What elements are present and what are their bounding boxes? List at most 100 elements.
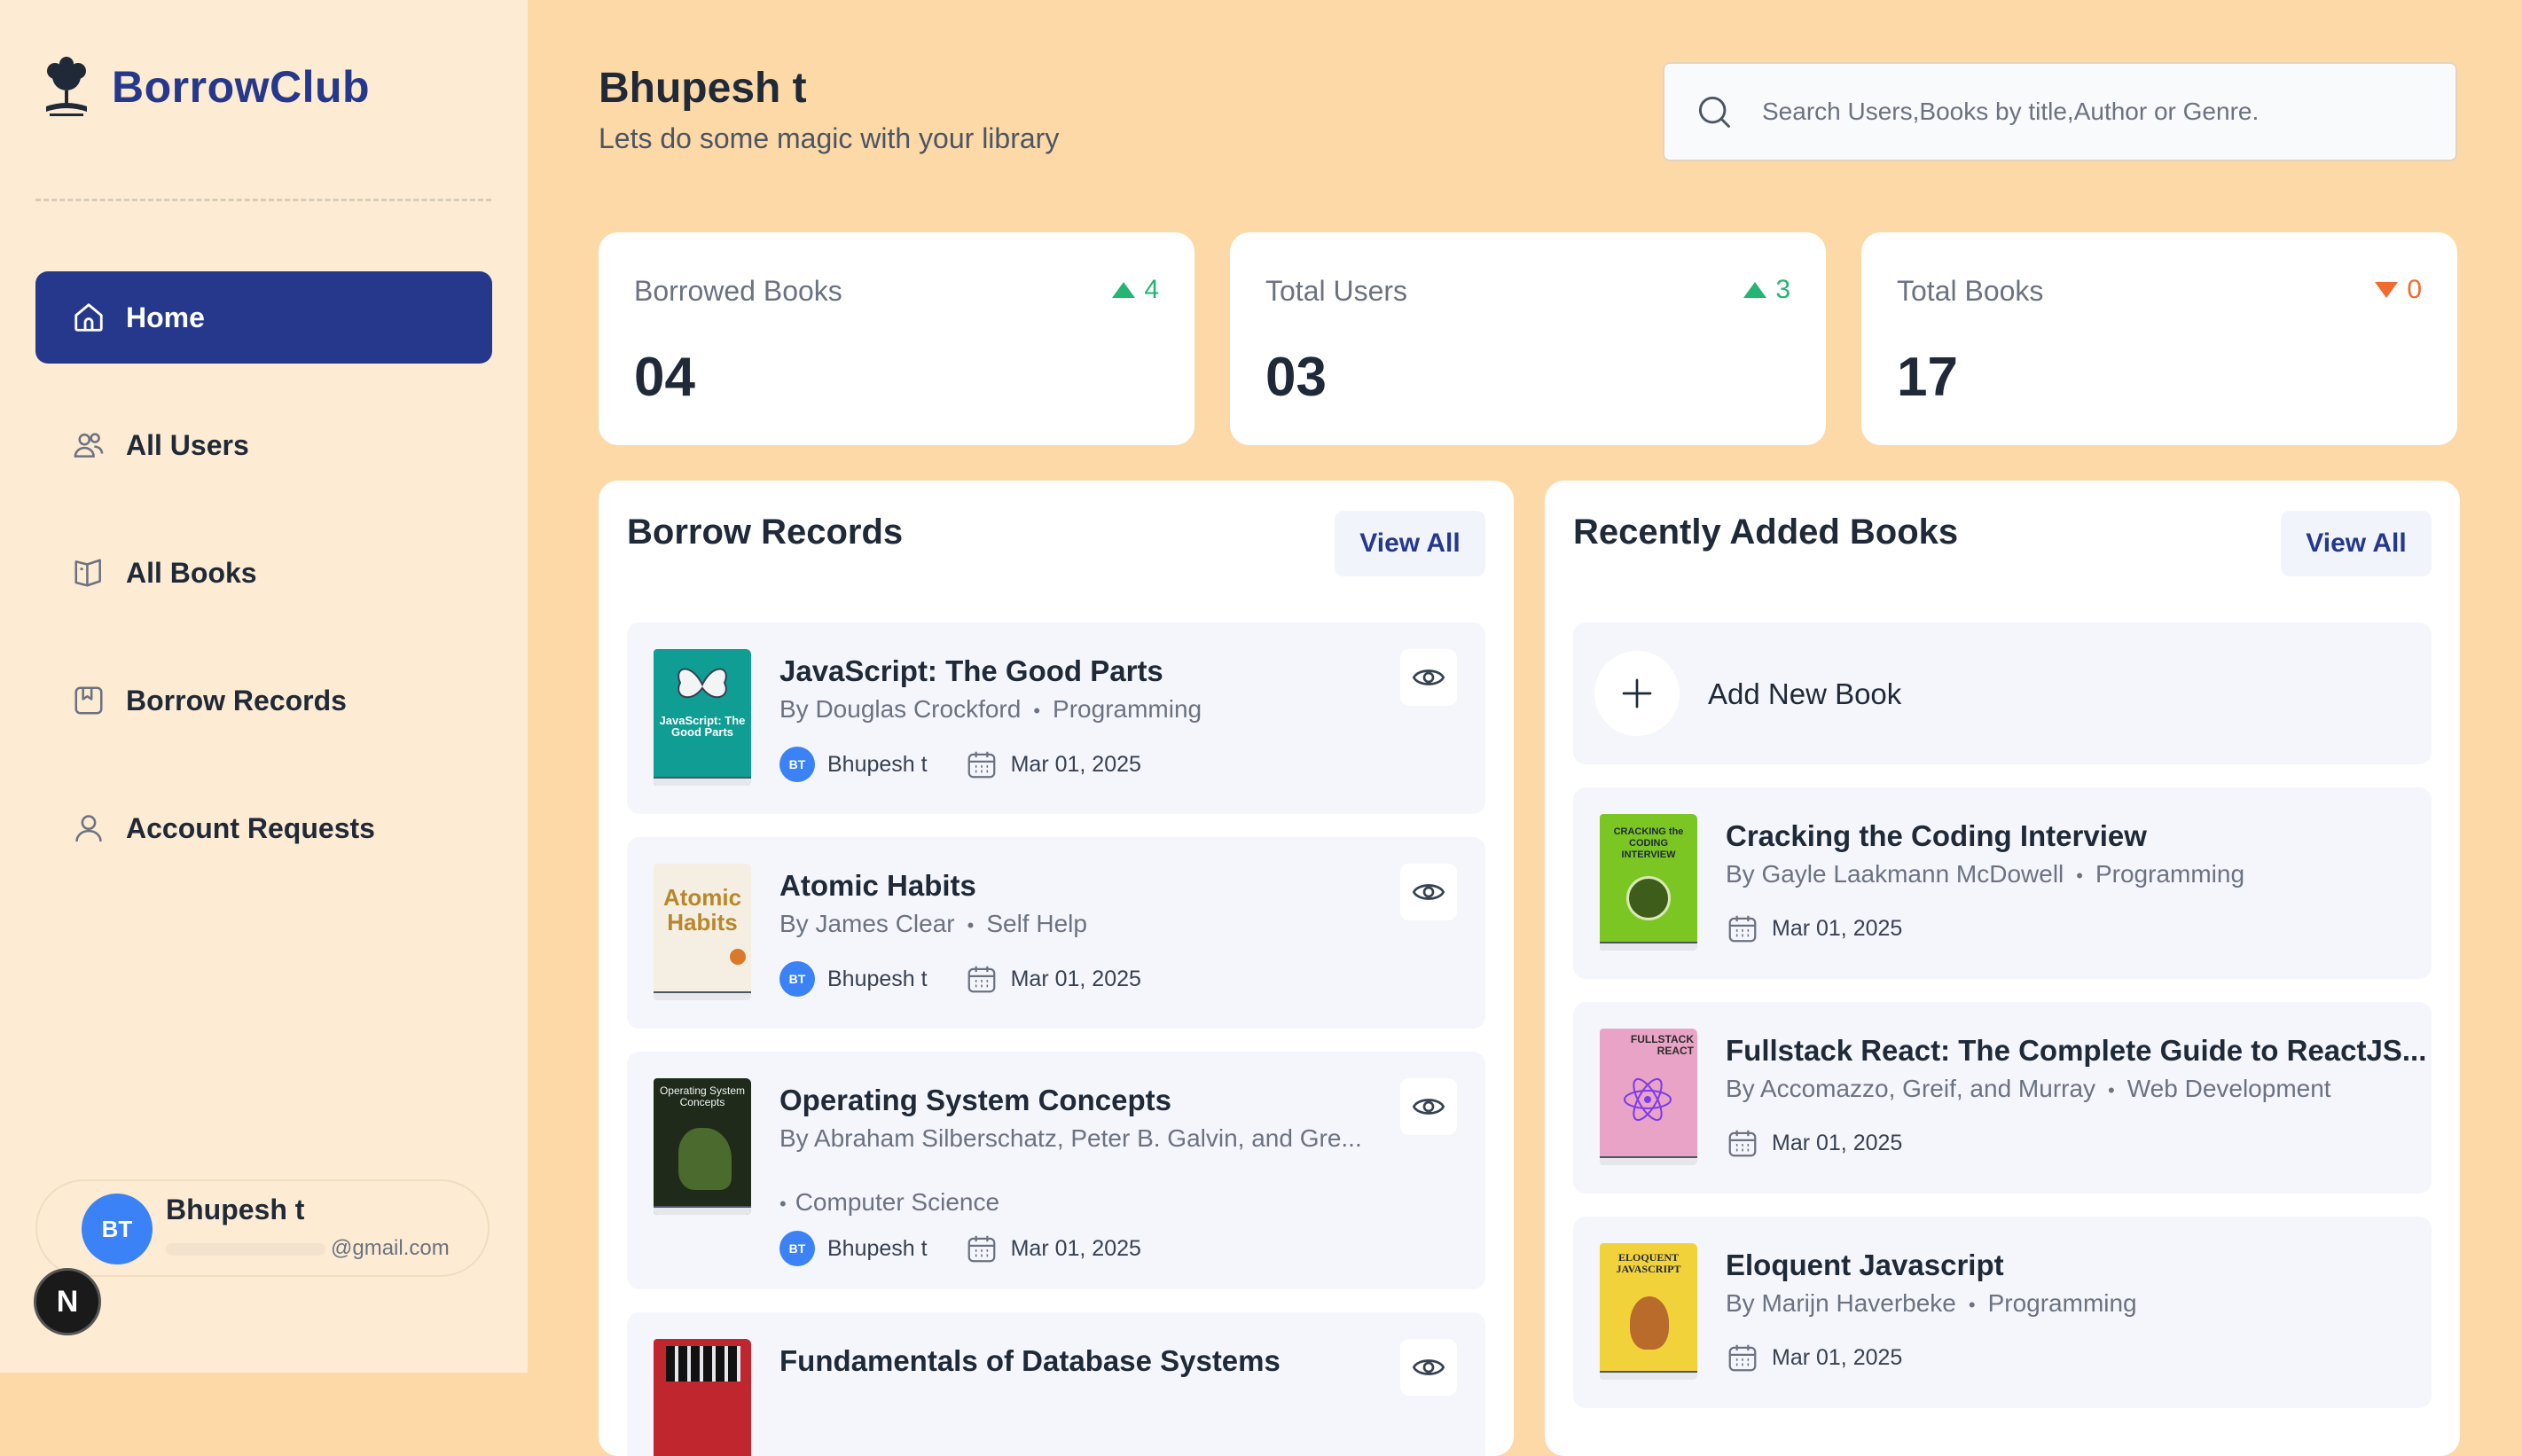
nav-item-account-requests[interactable]: Account Requests [35, 782, 492, 874]
book-title: Atomic Habits [779, 869, 976, 902]
separator-dot: • [1968, 1293, 1976, 1316]
cover-text: CRACKING the CODING INTERVIEW [1613, 826, 1684, 860]
sidebar-nav: Home All Users All Books Borrow Records [35, 271, 492, 910]
react-logo-icon [1624, 1077, 1672, 1122]
search-icon [1698, 96, 1730, 128]
view-record-button[interactable] [1400, 864, 1457, 920]
borrow-record-item[interactable]: Atomic Habits Atomic Habits By James Cle… [627, 837, 1485, 1029]
panel-title: Borrow Records [627, 513, 904, 552]
borrower-name: Bhupesh t [827, 751, 928, 777]
plus-icon [1594, 651, 1680, 736]
book-author: By Abraham Silberschatz, Peter B. Galvin… [779, 1124, 1362, 1152]
added-date: Mar 01, 2025 [1726, 1341, 1902, 1374]
eye-icon [1412, 1359, 1445, 1375]
book-genre-line: • Computer Science [779, 1188, 999, 1217]
book-cover: Operating System Concepts [654, 1078, 751, 1215]
borrow-date: Mar 01, 2025 [1010, 751, 1141, 777]
eye-icon [1412, 669, 1445, 685]
borrow-info: BT Bhupesh t Mar 01, 2025 [779, 747, 1141, 782]
search-bar[interactable] [1663, 62, 2457, 161]
book-author: By Accomazzo, Greif, and Murray [1726, 1075, 2096, 1102]
cover-pattern [666, 1346, 740, 1382]
user-icon [71, 810, 106, 846]
main-content: Bhupesh t Lets do some magic with your l… [528, 0, 2522, 1456]
borrow-record-item[interactable]: JavaScript: The Good Parts JavaScript: T… [627, 622, 1485, 814]
triangle-down-icon [2375, 282, 2399, 298]
recent-book-item[interactable]: ELOQUENT JAVASCRIPT Eloquent Javascript … [1573, 1217, 2432, 1408]
view-record-button[interactable] [1400, 1339, 1457, 1396]
book-genre: Computer Science [795, 1188, 1000, 1216]
book-title: Eloquent Javascript [1726, 1249, 2004, 1281]
borrow-info: BT Bhupesh t Mar 01, 2025 [779, 1231, 1141, 1266]
user-name: Bhupesh t [166, 1194, 305, 1225]
book-cover: CRACKING the CODING INTERVIEW [1600, 814, 1697, 951]
cover-text: ELOQUENT JAVASCRIPT [1616, 1251, 1681, 1275]
book-cover: Atomic Habits [654, 864, 751, 1000]
separator-dot: • [2108, 1078, 2115, 1101]
cover-ball [730, 949, 746, 965]
book-author: By Marijn Haverbeke [1726, 1289, 1956, 1317]
book-title: Fundamentals of Database Systems [779, 1344, 1281, 1377]
stat-label: Total Users [1265, 275, 1408, 307]
book-date: Mar 01, 2025 [1772, 915, 1903, 941]
bookmark-book-icon [71, 683, 106, 718]
view-record-button[interactable] [1400, 649, 1457, 706]
stat-card-total-users: Total Users 3 03 [1230, 232, 1826, 445]
borrower-name: Bhupesh t [827, 1235, 928, 1261]
recent-book-item[interactable]: FULLSTACK REACT Fullstack React: The Com… [1573, 1002, 2432, 1194]
borrower-name: Bhupesh t [827, 966, 928, 991]
borrow-date: Mar 01, 2025 [1010, 1235, 1141, 1261]
brand[interactable]: BorrowClub [35, 55, 370, 119]
book-author: By Gayle Laakmann McDowell [1726, 860, 2064, 888]
borrow-record-item[interactable]: Fundamentals of Database Systems [627, 1312, 1485, 1456]
view-all-borrow-records-button[interactable]: View All [1335, 511, 1485, 576]
page-title: Bhupesh t [599, 65, 807, 112]
nav-label-borrow-records: Borrow Records [126, 684, 347, 716]
stat-change-value: 4 [1144, 275, 1159, 304]
email-redaction [166, 1242, 325, 1256]
stat-value: 17 [1897, 347, 1958, 408]
separator-dot: • [2076, 864, 2083, 887]
added-date: Mar 01, 2025 [1726, 1126, 1902, 1160]
user-email-domain: @gmail.com [331, 1236, 450, 1260]
nav-item-all-books[interactable]: All Books [35, 527, 492, 619]
cover-text: Atomic Habits [662, 884, 742, 935]
panel-title: Recently Added Books [1573, 513, 1959, 552]
cover-text: JavaScript: The Good Parts [659, 714, 746, 739]
dev-tools-badge[interactable]: N [34, 1268, 101, 1335]
view-all-books-button[interactable]: View All [2281, 511, 2432, 576]
book-meta: By Douglas Crockford • Programming [779, 695, 1202, 724]
add-new-book-button[interactable]: Add New Book [1573, 622, 2432, 764]
recent-book-item[interactable]: CRACKING the CODING INTERVIEW Cracking t… [1573, 787, 2432, 979]
book-meta: By James Clear • Self Help [779, 910, 1087, 938]
book-author: By James Clear [779, 910, 955, 937]
borrow-record-item[interactable]: Operating System Concepts Operating Syst… [627, 1052, 1485, 1289]
book-title: Operating System Concepts [779, 1084, 1171, 1116]
recent-books-panel: Recently Added Books View All Add New Bo… [1545, 481, 2460, 1456]
borrow-records-list: JavaScript: The Good Parts JavaScript: T… [627, 622, 1485, 1456]
book-date: Mar 01, 2025 [1772, 1344, 1903, 1370]
nav-item-all-users[interactable]: All Users [35, 399, 492, 491]
nav-item-home[interactable]: Home [35, 271, 492, 364]
user-profile-card[interactable]: BT Bhupesh t @gmail.com [35, 1179, 490, 1277]
book-title: Fullstack React: The Complete Guide to R… [1726, 1034, 2427, 1067]
page-subtitle: Lets do some magic with your library [599, 122, 1060, 154]
view-record-button[interactable] [1400, 1078, 1457, 1135]
book-meta: By Marijn Haverbeke • Programming [1726, 1289, 2137, 1318]
search-input[interactable] [1760, 97, 2438, 127]
book-cover: FULLSTACK REACT [1600, 1029, 1697, 1165]
book-cover: ELOQUENT JAVASCRIPT [1600, 1243, 1697, 1380]
nav-item-borrow-records[interactable]: Borrow Records [35, 654, 492, 747]
nav-label-all-users: All Users [126, 428, 249, 461]
home-icon [71, 300, 106, 335]
book-genre: Programming [1987, 1289, 2137, 1317]
nav-label-home: Home [126, 301, 205, 333]
stat-change-value: 3 [1775, 275, 1790, 304]
stat-value: 04 [634, 347, 695, 408]
book-meta: By Accomazzo, Greif, and Murray • Web Deve… [1726, 1075, 2331, 1103]
book-date: Mar 01, 2025 [1772, 1130, 1903, 1155]
book-genre: Self Help [986, 910, 1087, 937]
brand-logo-icon [46, 57, 87, 116]
borrower-avatar: BT [779, 961, 815, 997]
recent-books-list: Add New Book CRACKING the CODING INTERVI… [1573, 622, 2432, 1431]
